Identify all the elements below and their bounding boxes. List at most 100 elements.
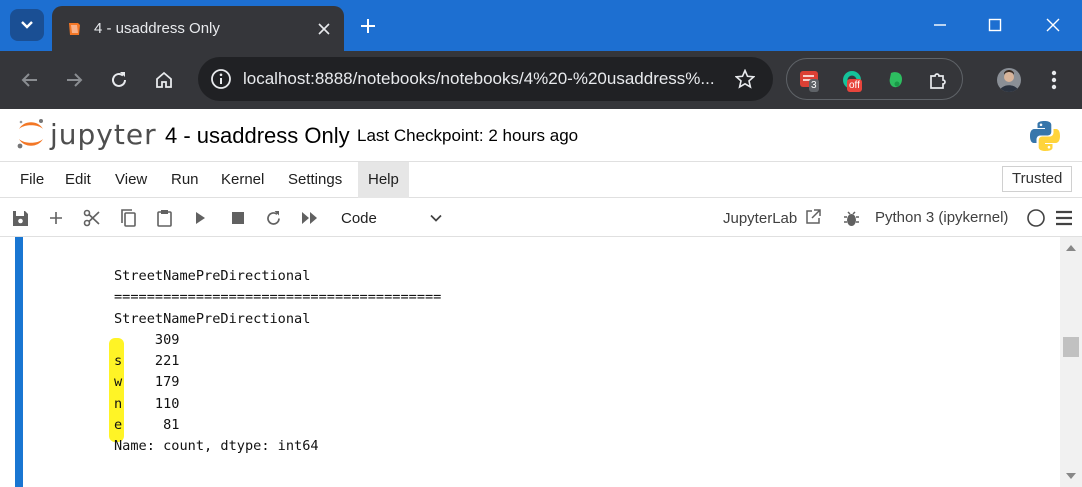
minimize-icon — [934, 24, 946, 26]
maximize-button[interactable] — [980, 10, 1010, 40]
tab-title: 4 - usaddress Only — [94, 20, 220, 37]
python-logo-icon — [1028, 119, 1062, 153]
notebook-area[interactable]: StreetNamePreDirectional ================… — [0, 237, 1082, 487]
toolbar-menu-button[interactable] — [1054, 208, 1074, 228]
home-button[interactable] — [150, 66, 178, 94]
menu-help[interactable]: Help — [358, 162, 409, 198]
menu-edit[interactable]: Edit — [55, 162, 101, 198]
copy-icon — [120, 209, 136, 227]
save-icon — [12, 210, 28, 226]
last-checkpoint: Last Checkpoint: 2 hours ago — [357, 126, 579, 145]
back-button[interactable] — [16, 66, 44, 94]
output-line: w 179 — [114, 374, 180, 391]
output-line: s 221 — [114, 353, 180, 370]
arrow-right-icon — [67, 73, 83, 87]
stop-icon — [232, 212, 244, 224]
plus-icon — [50, 212, 62, 224]
jupyterlab-link[interactable]: JupyterLab — [723, 209, 822, 227]
browser-tab[interactable]: 4 - usaddress Only — [52, 6, 344, 51]
jupyter-header: jupyter 4 - usaddress Only Last Checkpoi… — [0, 109, 1082, 162]
grammar-extension-icon[interactable]: off — [839, 67, 865, 93]
reload-button[interactable] — [105, 66, 133, 94]
cut-button[interactable] — [82, 208, 102, 228]
close-icon[interactable] — [312, 17, 336, 41]
trusted-indicator[interactable]: Trusted — [1002, 166, 1073, 192]
scroll-down-arrow[interactable] — [1066, 473, 1076, 479]
arrow-left-icon — [21, 73, 37, 87]
scissors-icon — [83, 209, 100, 227]
cell-type-value: Code — [341, 209, 377, 227]
menu-settings[interactable]: Settings — [278, 162, 352, 198]
window-close-button[interactable] — [1038, 10, 1068, 40]
output-line: n 110 — [114, 395, 180, 412]
close-icon — [1046, 18, 1060, 32]
menu-run[interactable]: Run — [161, 162, 209, 198]
browser-menu-button[interactable] — [1042, 66, 1066, 94]
output-line: StreetNamePreDirectional — [114, 310, 311, 327]
bookmark-star-icon[interactable] — [731, 65, 759, 93]
scroll-up-arrow[interactable] — [1066, 245, 1076, 251]
active-cell-indicator[interactable] — [15, 237, 23, 487]
kernel-name[interactable]: Python 3 (ipykernel) — [875, 209, 1008, 226]
external-link-icon — [806, 209, 822, 224]
plus-icon — [361, 19, 375, 33]
todoist-extension-icon[interactable]: 3 — [797, 67, 823, 93]
menu-view[interactable]: View — [105, 162, 157, 198]
maximize-icon — [988, 18, 1002, 32]
kebab-menu-icon — [1051, 70, 1057, 90]
extensions-group: 3 off — [786, 58, 963, 100]
menu-file[interactable]: File — [10, 162, 54, 198]
restart-icon — [266, 210, 280, 225]
jupyter-logo-text: jupyter — [50, 117, 157, 151]
notebook-title[interactable]: 4 - usaddress Only — [165, 123, 350, 149]
bug-icon — [843, 210, 859, 226]
restart-kernel-button[interactable] — [263, 208, 283, 228]
output-line: StreetNamePreDirectional — [114, 268, 311, 284]
evernote-extension-icon[interactable] — [883, 67, 909, 93]
insert-cell-button[interactable] — [46, 208, 66, 228]
jupyterlab-link-label: JupyterLab — [723, 210, 798, 227]
output-line: 309 — [114, 331, 180, 348]
notebook-toolbar: Code JupyterLab Python 3 (ipykernel) — [0, 199, 1082, 237]
cell-output: StreetNamePreDirectional ================… — [114, 266, 441, 458]
paste-button[interactable] — [154, 208, 174, 228]
profile-avatar[interactable] — [997, 68, 1021, 92]
puzzle-extensions-icon[interactable] — [925, 67, 951, 93]
scrollbar-thumb[interactable] — [1063, 337, 1079, 357]
clipboard-icon — [156, 210, 172, 227]
home-icon — [156, 71, 172, 88]
jupyter-logo[interactable]: jupyter — [16, 117, 157, 151]
output-line: ======================================== — [114, 289, 442, 306]
run-cell-button[interactable] — [190, 208, 210, 228]
browser-toolbar: localhost:8888/notebooks/notebooks/4%20-… — [0, 51, 1082, 109]
interrupt-kernel-button[interactable] — [228, 208, 248, 228]
output-line: e 81 — [114, 417, 180, 434]
output-line: Name: count, dtype: int64 — [114, 438, 319, 455]
minimize-button[interactable] — [925, 10, 955, 40]
fast-forward-icon — [302, 212, 317, 224]
browser-tab-strip: 4 - usaddress Only — [0, 0, 1082, 51]
chevron-down-icon — [21, 21, 33, 29]
play-icon — [196, 212, 205, 224]
cell-type-select[interactable]: Code — [335, 205, 443, 231]
restart-run-all-button[interactable] — [300, 208, 320, 228]
debugger-button[interactable] — [841, 208, 861, 228]
hamburger-icon — [1056, 210, 1072, 226]
site-info-icon[interactable] — [210, 68, 232, 90]
forward-button[interactable] — [60, 66, 88, 94]
address-bar[interactable]: localhost:8888/notebooks/notebooks/4%20-… — [198, 57, 773, 101]
kernel-status-icon — [1026, 208, 1046, 228]
jupyter-logo-icon — [17, 119, 43, 149]
new-tab-button[interactable] — [354, 12, 382, 40]
extension-badge: off — [847, 79, 862, 92]
menu-kernel[interactable]: Kernel — [211, 162, 274, 198]
tab-search-button[interactable] — [10, 9, 44, 41]
reload-icon — [112, 72, 126, 87]
save-button[interactable] — [10, 208, 30, 228]
notebook-icon — [66, 21, 82, 37]
extension-badge: 3 — [809, 79, 819, 92]
copy-button[interactable] — [118, 208, 138, 228]
chevron-down-icon — [430, 214, 442, 222]
url-text: localhost:8888/notebooks/notebooks/4%20-… — [243, 69, 715, 88]
vertical-scrollbar[interactable] — [1060, 237, 1082, 487]
